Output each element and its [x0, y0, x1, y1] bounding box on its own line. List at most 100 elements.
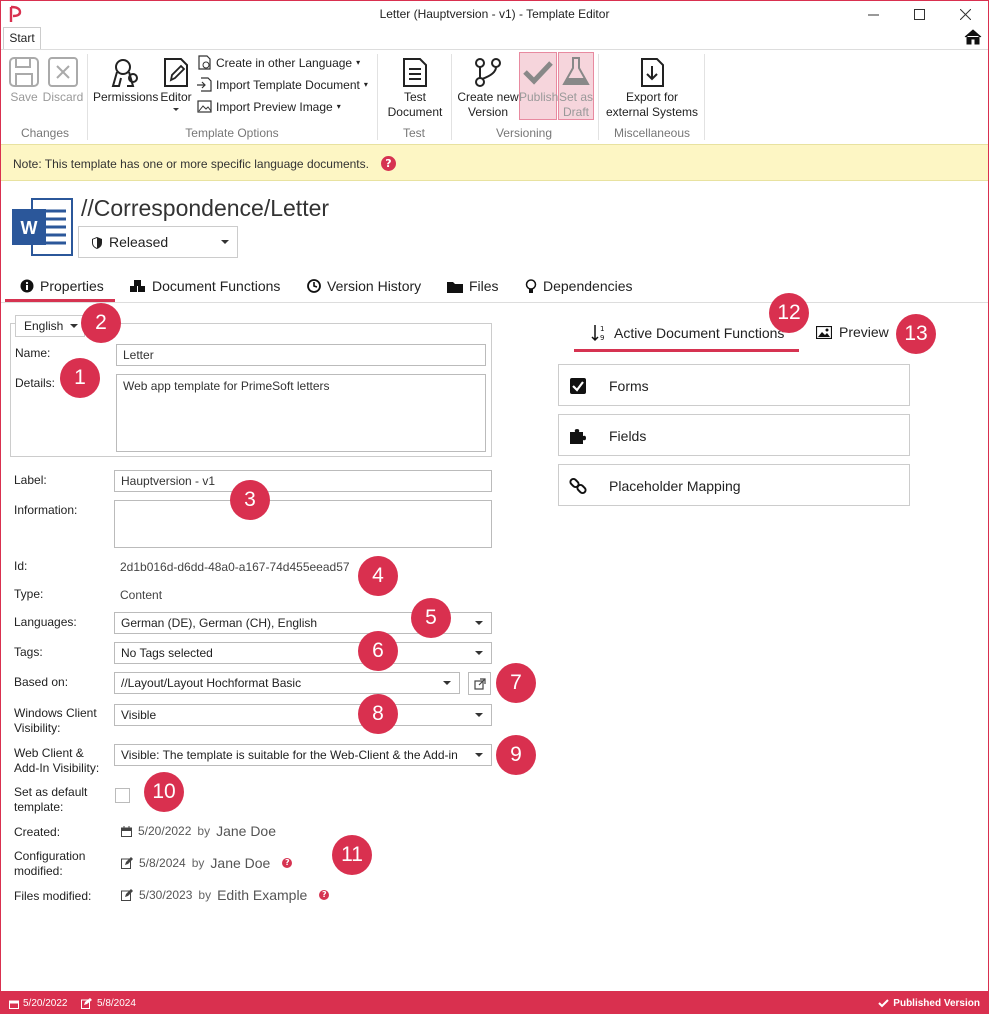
- sort-numeric-icon: 19: [591, 325, 604, 342]
- editor-button[interactable]: Editor: [159, 56, 193, 111]
- details-label: Details:: [15, 376, 56, 390]
- created-label: Created:: [14, 825, 61, 839]
- help-icon[interactable]: ?: [319, 890, 330, 900]
- type-value: Content: [120, 588, 163, 602]
- tab-preview[interactable]: Preview: [816, 324, 889, 340]
- function-card-fields[interactable]: Fields: [558, 414, 910, 456]
- ribbon-separator: [377, 54, 378, 140]
- tab-properties[interactable]: Properties: [20, 278, 104, 294]
- export-label-1: Export for: [625, 90, 679, 104]
- ribbon-separator: [598, 54, 599, 140]
- tab-dependencies[interactable]: Dependencies: [525, 278, 633, 294]
- tab-files[interactable]: Files: [447, 278, 499, 294]
- windows-visibility-label: Windows Client Visibility:: [14, 706, 97, 736]
- save-button[interactable]: Save: [7, 56, 41, 105]
- default-template-checkbox[interactable]: [115, 788, 130, 803]
- annotation-badge: 1: [60, 358, 100, 398]
- close-button[interactable]: [942, 3, 988, 25]
- language-value: English: [24, 319, 64, 333]
- flask-icon: [562, 57, 590, 85]
- configuration-modified-date: 5/8/2024: [139, 856, 186, 870]
- annotation-badge: 8: [358, 694, 398, 734]
- publish-button[interactable]: Publish: [519, 56, 558, 105]
- ribbon-tab-start[interactable]: Start: [3, 27, 41, 50]
- test-document-button[interactable]: Test Document: [385, 56, 445, 120]
- open-external-button[interactable]: [468, 672, 491, 695]
- note-bar: Note: This template has one or more spec…: [1, 144, 988, 181]
- minimize-icon: [867, 14, 879, 15]
- checkbox-icon: [570, 378, 586, 394]
- import-template-document-button[interactable]: Import Template Document ▾: [197, 77, 368, 92]
- status-dropdown[interactable]: Released: [78, 226, 238, 258]
- status-value: Released: [109, 234, 169, 250]
- minimize-button[interactable]: [850, 3, 896, 25]
- discard-icon: [48, 57, 78, 87]
- information-textarea[interactable]: [114, 500, 492, 548]
- image-icon: [816, 325, 832, 339]
- status-bar: 5/20/2022 5/8/2024 Published Version: [1, 991, 988, 1013]
- tab-active-document-functions[interactable]: 19 Active Document Functions: [591, 324, 784, 342]
- tab-version-history[interactable]: Version History: [307, 278, 421, 294]
- info-icon: [20, 279, 34, 293]
- test-document-icon: [403, 58, 427, 87]
- language-dropdown[interactable]: English: [15, 315, 85, 337]
- maximize-button[interactable]: [896, 3, 942, 25]
- tags-select[interactable]: No Tags selected: [114, 642, 492, 664]
- windows-visibility-select[interactable]: Visible: [114, 704, 492, 726]
- chevron-down-icon: [475, 753, 483, 757]
- id-value: 2d1b016d-d6dd-48a0-a167-74d455eead57: [120, 560, 350, 574]
- tab-properties-label: Properties: [40, 278, 104, 294]
- languages-label: Languages:: [14, 615, 77, 629]
- template-editor-window: Letter (Hauptversion - v1) - Template Ed…: [0, 0, 989, 1014]
- configuration-modified-user: Jane Doe: [210, 855, 271, 871]
- set-as-draft-label-2: Draft: [562, 105, 589, 119]
- discard-button[interactable]: Discard: [42, 56, 84, 105]
- tab-document-functions-label: Document Functions: [152, 278, 281, 294]
- close-icon: [959, 8, 971, 20]
- create-other-language-button[interactable]: Create in other Language ▾: [197, 55, 360, 70]
- test-document-label-1: Test: [403, 90, 426, 104]
- create-new-version-button[interactable]: Create new Version: [457, 56, 519, 120]
- function-card-forms[interactable]: Forms: [558, 364, 910, 406]
- annotation-badge: 5: [411, 598, 451, 638]
- tab-document-functions[interactable]: Document Functions: [130, 278, 280, 294]
- export-external-systems-button[interactable]: Export for external Systems: [603, 56, 701, 120]
- based-on-select[interactable]: //Layout/Layout Hochformat Basic: [114, 672, 460, 694]
- windows-visibility-label-1: Windows Client: [14, 706, 97, 720]
- ribbon-separator: [451, 54, 452, 140]
- checkmark-icon: [523, 61, 553, 85]
- web-visibility-select[interactable]: Visible: The template is suitable for th…: [114, 744, 492, 766]
- home-icon[interactable]: [964, 29, 982, 45]
- label-input[interactable]: Hauptversion - v1: [114, 470, 492, 492]
- edit-icon: [121, 889, 133, 901]
- editor-icon: [164, 58, 188, 87]
- discard-label: Discard: [42, 90, 84, 104]
- caret-icon: ▾: [336, 102, 341, 111]
- name-input[interactable]: Letter: [116, 344, 486, 366]
- create-other-language-label: Create in other Language: [216, 55, 353, 70]
- details-textarea[interactable]: Web app template for PrimeSoft letters: [116, 374, 486, 452]
- import-preview-image-button[interactable]: Import Preview Image ▾: [197, 99, 341, 114]
- link-icon: [569, 477, 587, 495]
- word-document-icon: W: [12, 198, 73, 256]
- import-preview-image-label: Import Preview Image: [216, 99, 333, 114]
- edit-icon: [81, 998, 92, 1009]
- function-card-placeholder-mapping[interactable]: Placeholder Mapping: [558, 464, 910, 506]
- help-icon[interactable]: ?: [282, 858, 293, 868]
- svg-text:9: 9: [600, 334, 604, 342]
- annotation-badge: 10: [144, 772, 184, 812]
- maximize-icon: [913, 8, 925, 20]
- tab-version-history-label: Version History: [327, 278, 422, 294]
- help-icon[interactable]: ?: [381, 156, 396, 171]
- test-document-label-2: Document: [387, 105, 443, 119]
- permissions-button[interactable]: Permissions: [93, 56, 158, 105]
- create-new-version-label-1: Create new: [457, 90, 519, 104]
- languages-value: German (DE), German (CH), English: [121, 616, 318, 630]
- active-tab-indicator: [5, 299, 115, 302]
- branch-icon: [475, 58, 501, 87]
- annotation-badge: 6: [358, 631, 398, 671]
- image-icon: [197, 100, 212, 113]
- configuration-modified-label: Configuration modified:: [14, 849, 85, 879]
- set-as-draft-button[interactable]: Set as Draft: [558, 56, 594, 120]
- created-date: 5/20/2022: [138, 824, 192, 838]
